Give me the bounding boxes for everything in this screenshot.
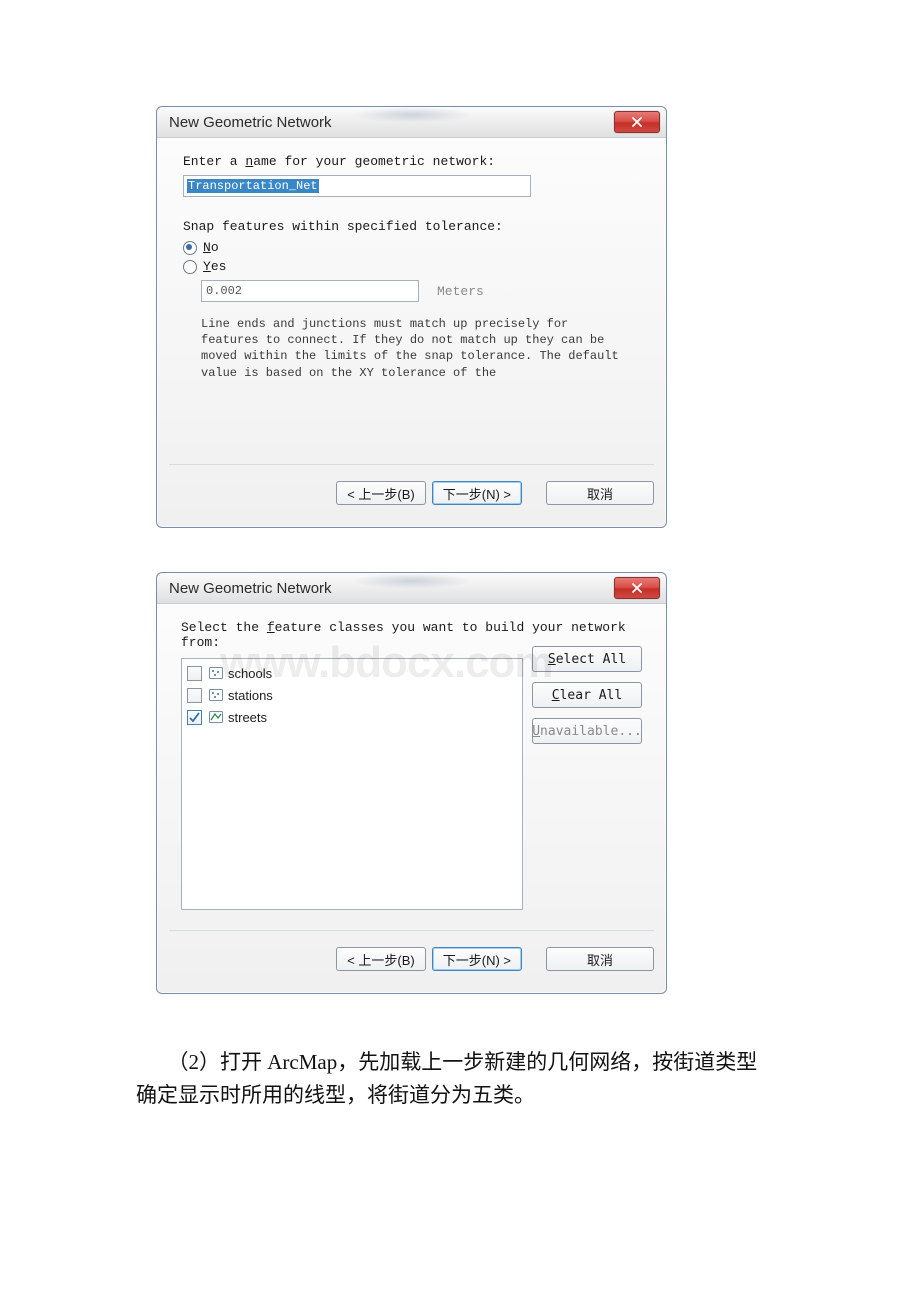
select-all-button[interactable]: Select All [532, 646, 642, 672]
titlebar-sheen [352, 573, 472, 589]
body-paragraph: （2）打开 ArcMap，先加载上一步新建的几何网络，按街道类型确定显示时所用的… [136, 1046, 764, 1111]
next-button[interactable]: 下一步(N) > [432, 481, 522, 505]
side-buttons: Select All Clear All Unavailable... [532, 646, 642, 744]
dialog-body: Enter a name for your geometric network:… [157, 138, 666, 381]
back-button[interactable]: < 上一步(B) [336, 947, 426, 971]
radio-no[interactable] [183, 241, 197, 255]
titlebar-sheen [352, 107, 472, 123]
radio-no-label: No [203, 240, 219, 255]
tolerance-row: 0.002 Meters [201, 280, 640, 302]
fc-row-schools[interactable]: schools [187, 662, 517, 684]
fc-label: stations [228, 688, 273, 703]
radio-yes-row[interactable]: Yes [183, 259, 640, 274]
close-icon [631, 583, 643, 593]
close-icon [631, 117, 643, 127]
point-feature-icon [208, 665, 224, 681]
network-name-input[interactable]: Transportation_Net [183, 175, 531, 197]
tolerance-note: Line ends and junctions must match up pr… [201, 316, 621, 381]
titlebar[interactable]: New Geometric Network [157, 107, 666, 138]
tolerance-unit: Meters [437, 284, 484, 299]
window-title: New Geometric Network [169, 114, 332, 131]
snap-label: Snap features within specified tolerance… [183, 219, 640, 234]
close-button[interactable] [614, 111, 660, 133]
cancel-button[interactable]: 取消 [546, 481, 654, 505]
checkbox-schools[interactable] [187, 666, 202, 681]
fc-row-stations[interactable]: stations [187, 684, 517, 706]
radio-yes-label: Yes [203, 259, 226, 274]
page: New Geometric Network Enter a name for y… [0, 0, 920, 1302]
clear-all-button[interactable]: Clear All [532, 682, 642, 708]
fc-label: schools [228, 666, 272, 681]
window-title: New Geometric Network [169, 580, 332, 597]
line-feature-icon [208, 709, 224, 725]
fc-label: streets [228, 710, 267, 725]
dialog-new-geometric-network-2: New Geometric Network Select the feature… [156, 572, 667, 994]
radio-no-row[interactable]: No [183, 240, 640, 255]
name-label: Enter a name for your geometric network: [183, 154, 640, 169]
checkbox-stations[interactable] [187, 688, 202, 703]
tolerance-input[interactable]: 0.002 [201, 280, 419, 302]
close-button[interactable] [614, 577, 660, 599]
unavailable-button[interactable]: Unavailable... [532, 718, 642, 744]
back-button[interactable]: < 上一步(B) [336, 481, 426, 505]
fc-row-streets[interactable]: streets [187, 706, 517, 728]
next-button[interactable]: 下一步(N) > [432, 947, 522, 971]
radio-yes[interactable] [183, 260, 197, 274]
dialog-body: Select the feature classes you want to b… [157, 604, 666, 978]
cancel-button[interactable]: 取消 [546, 947, 654, 971]
network-name-value: Transportation_Net [187, 179, 319, 193]
dialog-new-geometric-network-1: New Geometric Network Enter a name for y… [156, 106, 667, 528]
point-feature-icon [208, 687, 224, 703]
feature-class-listbox[interactable]: schools stations streets [181, 658, 523, 910]
dialog-footer: < 上一步(B) 下一步(N) > 取消 [169, 930, 654, 971]
titlebar[interactable]: New Geometric Network [157, 573, 666, 604]
checkbox-streets[interactable] [187, 710, 202, 725]
dialog-footer: < 上一步(B) 下一步(N) > 取消 [169, 464, 654, 505]
